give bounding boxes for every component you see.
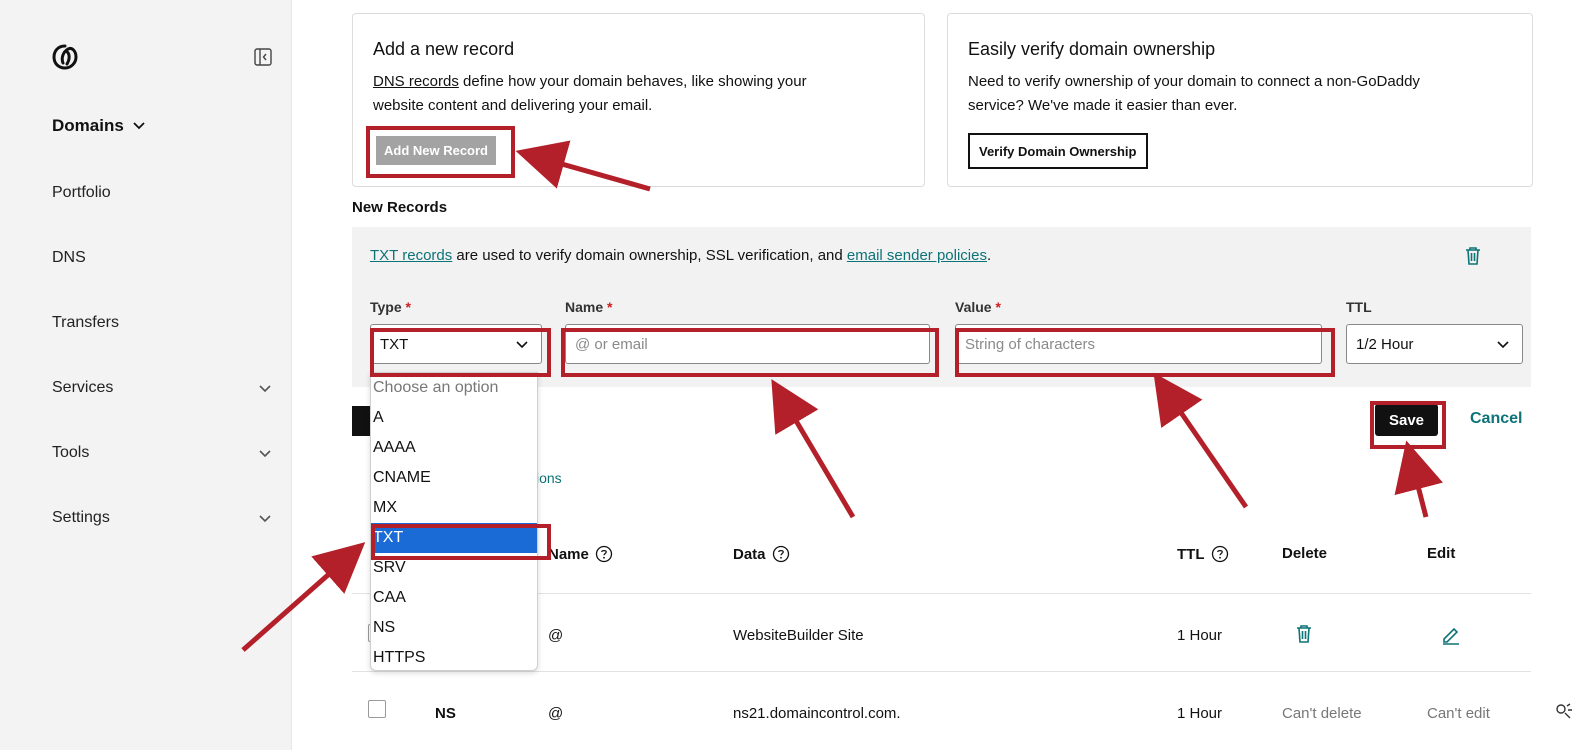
ttl-select[interactable]: 1/2 Hour bbox=[1346, 324, 1523, 364]
value-label: Value * bbox=[955, 299, 1001, 315]
row-name: @ bbox=[548, 705, 564, 722]
godaddy-logo-icon[interactable] bbox=[50, 42, 80, 72]
highlight-box bbox=[370, 328, 551, 377]
row-data: ns21.domaincontrol.com. bbox=[733, 705, 901, 722]
name-label-text: Name bbox=[565, 299, 604, 315]
sidebar-item-services[interactable]: Services bbox=[52, 379, 113, 397]
add-record-button-partial[interactable] bbox=[352, 406, 370, 436]
description-text: define how your domain behaves, like sho… bbox=[458, 73, 807, 90]
verify-domain-ownership-button[interactable]: Verify Domain Ownership bbox=[968, 133, 1148, 169]
dropdown-option-https[interactable]: HTTPS bbox=[371, 643, 537, 673]
type-label-text: Type bbox=[370, 299, 402, 315]
header-label: Name bbox=[548, 545, 589, 563]
description-text: website content and delivering your emai… bbox=[373, 97, 653, 114]
arrow bbox=[1394, 440, 1443, 518]
trash-icon[interactable] bbox=[1462, 245, 1484, 267]
chevron-down-icon[interactable] bbox=[258, 447, 272, 461]
dropdown-option-ns[interactable]: NS bbox=[371, 613, 537, 643]
card-title: Easily verify domain ownership bbox=[968, 39, 1216, 59]
arrow bbox=[1153, 372, 1249, 509]
sidebar-item-transfers[interactable]: Transfers bbox=[52, 314, 119, 332]
dropdown-option-mx[interactable]: MX bbox=[371, 493, 537, 523]
card-description: DNS records define how your domain behav… bbox=[373, 70, 807, 118]
dropdown-option-a[interactable]: A bbox=[371, 403, 537, 433]
delete-column-header: Delete bbox=[1282, 545, 1328, 562]
chevron-down-icon bbox=[133, 122, 145, 130]
arrow bbox=[771, 379, 856, 519]
chevron-down-icon[interactable] bbox=[258, 512, 272, 526]
partial-link-text[interactable]: ions bbox=[536, 470, 562, 486]
collapse-sidebar-icon[interactable] bbox=[254, 48, 272, 66]
email-sender-policies-link[interactable]: email sender policies bbox=[847, 247, 987, 264]
highlight-box bbox=[1370, 401, 1446, 449]
card-title: Add a new record bbox=[373, 39, 515, 59]
dropdown-option-caa[interactable]: CAA bbox=[371, 583, 537, 613]
chevron-down-icon bbox=[1497, 341, 1509, 349]
ttl-select-value: 1/2 Hour bbox=[1356, 335, 1414, 353]
nav-domains[interactable]: Domains bbox=[52, 116, 146, 136]
row-checkbox[interactable] bbox=[368, 700, 386, 718]
row-edit-disabled: Can't edit bbox=[1427, 705, 1490, 722]
help-icon[interactable] bbox=[1211, 545, 1229, 563]
dropdown-option-cname[interactable]: CNAME bbox=[371, 463, 537, 493]
header-label: Data bbox=[733, 545, 766, 563]
row-name: @ bbox=[548, 627, 564, 644]
row-data: WebsiteBuilder Site bbox=[733, 627, 864, 644]
assistant-icon[interactable] bbox=[1553, 700, 1575, 722]
name-column-header: Name bbox=[548, 545, 613, 563]
edit-column-header: Edit bbox=[1427, 545, 1456, 562]
value-label-text: Value bbox=[955, 299, 992, 315]
txt-records-link[interactable]: TXT records bbox=[370, 247, 452, 264]
row-delete-disabled: Can't delete bbox=[1282, 705, 1362, 722]
description-text: service? We've made it easier than ever. bbox=[968, 97, 1238, 114]
sidebar: Domains Portfolio DNS Transfers Services… bbox=[0, 0, 292, 750]
type-dropdown-list: Choose an option A AAAA CNAME MX TXT SRV… bbox=[370, 372, 538, 671]
card-description: Need to verify ownership of your domain … bbox=[968, 70, 1420, 118]
type-label: Type * bbox=[370, 299, 411, 315]
info-text: are used to verify domain ownership, SSL… bbox=[452, 247, 847, 264]
cancel-button[interactable]: Cancel bbox=[1470, 410, 1522, 428]
name-label: Name * bbox=[565, 299, 612, 315]
ttl-column-header: TTL bbox=[1177, 545, 1229, 563]
trash-icon[interactable] bbox=[1293, 623, 1315, 645]
help-icon[interactable] bbox=[772, 545, 790, 563]
sidebar-item-dns[interactable]: DNS bbox=[52, 249, 86, 267]
dropdown-option-placeholder: Choose an option bbox=[373, 379, 499, 396]
new-records-title: New Records bbox=[352, 199, 448, 216]
chevron-down-icon[interactable] bbox=[258, 382, 272, 396]
nav-domains-label: Domains bbox=[52, 116, 124, 135]
required-mark: * bbox=[405, 299, 411, 315]
header-label: TTL bbox=[1177, 545, 1205, 563]
row-ttl: 1 Hour bbox=[1177, 705, 1223, 722]
sidebar-item-settings[interactable]: Settings bbox=[52, 509, 110, 527]
row-type: NS bbox=[435, 705, 456, 722]
row-ttl: 1 Hour bbox=[1177, 627, 1223, 644]
help-icon[interactable] bbox=[595, 545, 613, 563]
required-mark: * bbox=[607, 299, 613, 315]
dropdown-option-aaaa[interactable]: AAAA bbox=[371, 433, 537, 463]
required-mark: * bbox=[995, 299, 1001, 315]
highlight-box bbox=[561, 328, 939, 377]
data-column-header: Data bbox=[733, 545, 790, 563]
description-text: Need to verify ownership of your domain … bbox=[968, 73, 1420, 90]
sidebar-item-tools[interactable]: Tools bbox=[52, 444, 89, 462]
highlight-box bbox=[366, 126, 515, 178]
ttl-label: TTL bbox=[1346, 299, 1372, 315]
highlight-box bbox=[371, 524, 551, 560]
record-info-text: TXT records are used to verify domain ow… bbox=[370, 247, 991, 264]
info-text: . bbox=[986, 247, 992, 264]
sidebar-item-portfolio[interactable]: Portfolio bbox=[52, 184, 111, 202]
pencil-icon[interactable] bbox=[1440, 623, 1462, 645]
verify-ownership-card: Easily verify domain ownership Need to v… bbox=[947, 13, 1533, 187]
dns-records-link[interactable]: DNS records bbox=[373, 73, 459, 90]
highlight-box bbox=[955, 328, 1335, 377]
